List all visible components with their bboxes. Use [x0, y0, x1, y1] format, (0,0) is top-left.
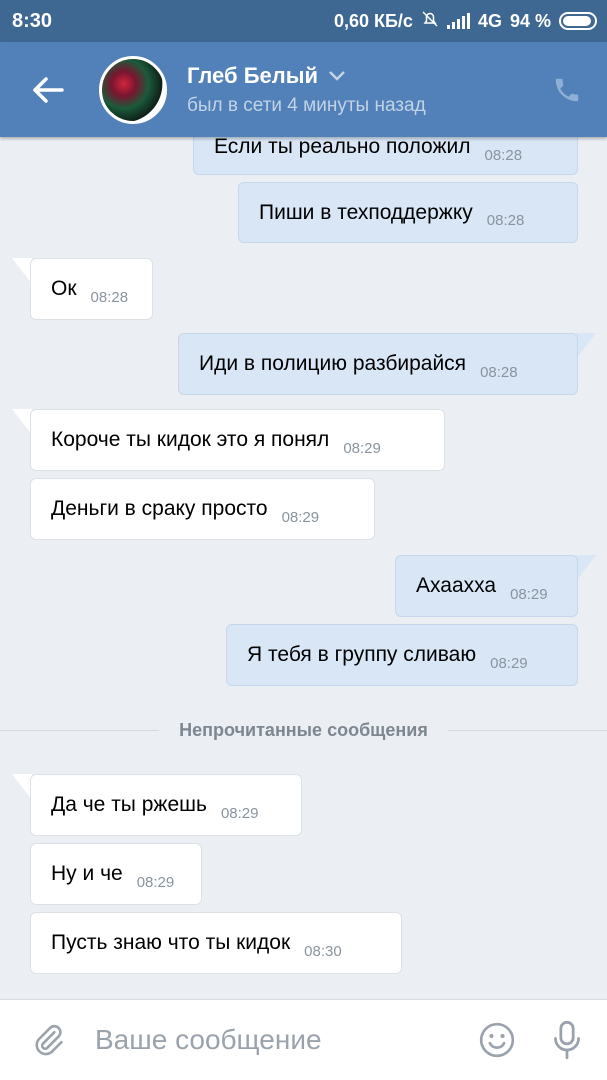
message-bubble-incoming[interactable]: Деньги в сраку просто 08:29 [30, 478, 375, 540]
message-bubble-outgoing[interactable]: Ахаахха 08:29 [395, 555, 578, 617]
message-bubble-incoming[interactable]: Ну и че 08:29 [30, 843, 202, 905]
message-bubble-incoming[interactable]: Пусть знаю что ты кидок 08:30 [30, 912, 402, 974]
network-speed: 0,60 КБ/с [333, 10, 413, 31]
message-time: 08:28 [484, 146, 523, 164]
paperclip-icon [35, 1024, 63, 1056]
message-bubble-outgoing[interactable]: Я тебя в группу сливаю 08:29 [226, 624, 578, 686]
attach-button[interactable] [0, 1023, 95, 1057]
status-indicators: 0,60 КБ/с 4G 94 % [334, 10, 597, 33]
message-time: 08:29 [136, 873, 175, 891]
network-type: 4G [477, 10, 502, 31]
contact-name: Глеб Белый [187, 62, 319, 88]
message-bubble-incoming[interactable]: Ок 08:28 [30, 258, 153, 320]
message-time: 08:29 [220, 804, 259, 822]
chevron-down-icon [329, 70, 345, 81]
chat-header: Глеб Белый был в сети 4 минуты назад [0, 42, 607, 137]
arrow-left-icon [32, 76, 64, 103]
smiley-icon [479, 1022, 515, 1058]
message-bubble-incoming[interactable]: Короче ты кидок это я понял 08:29 [30, 409, 445, 471]
back-button[interactable] [0, 42, 95, 137]
message-input[interactable]: Ваше сообщение [95, 1024, 467, 1056]
message-bubble-outgoing[interactable]: Иди в полицию разбирайся 08:28 [178, 333, 578, 395]
message-bubble-incoming[interactable]: Да че ты ржешь 08:29 [30, 774, 302, 836]
bell-off-icon [421, 10, 439, 33]
bubble-tail [12, 774, 32, 800]
voice-message-button[interactable] [527, 1020, 607, 1060]
contact-last-seen: был в сети 4 минуты назад [187, 94, 426, 116]
message-list[interactable]: Если ты реально положил 08:28 Пиши в техп… [0, 137, 607, 999]
message-time: 08:29 [343, 439, 381, 457]
signal-icon [446, 13, 470, 29]
message-bubble-outgoing[interactable]: Пиши в техподдержку 08:28 [238, 182, 578, 243]
battery-percent: 94 % [509, 10, 551, 31]
message-time: 08:29 [490, 654, 528, 672]
message-composer: Ваше сообщение [0, 999, 607, 1080]
message-time: 08:29 [510, 585, 548, 603]
emoji-button[interactable] [467, 1021, 527, 1059]
bubble-tail [12, 258, 32, 284]
battery-icon [559, 12, 597, 30]
message-time: 08:29 [281, 508, 320, 526]
unread-divider-label: Непрочитанные сообщения [179, 719, 428, 740]
status-bar: 8:30 0,60 КБ/с 4G 94 % [0, 0, 607, 42]
phone-icon [555, 78, 579, 101]
avatar[interactable] [99, 55, 167, 124]
call-button[interactable] [527, 75, 607, 105]
bubble-tail [576, 555, 596, 581]
message-time: 08:28 [480, 363, 518, 381]
unread-divider: Непрочитанные сообщения [0, 715, 607, 745]
microphone-icon [554, 1020, 580, 1060]
contact-info[interactable]: Глеб Белый был в сети 4 минуты назад [187, 63, 527, 117]
message-time: 08:28 [90, 288, 129, 306]
message-time: 08:28 [486, 212, 525, 229]
message-bubble-outgoing[interactable]: Если ты реально положил 08:28 [193, 137, 578, 175]
bubble-tail [12, 409, 32, 435]
bubble-tail [576, 333, 596, 359]
status-time: 8:30 [12, 9, 53, 32]
message-time: 08:30 [304, 942, 342, 960]
